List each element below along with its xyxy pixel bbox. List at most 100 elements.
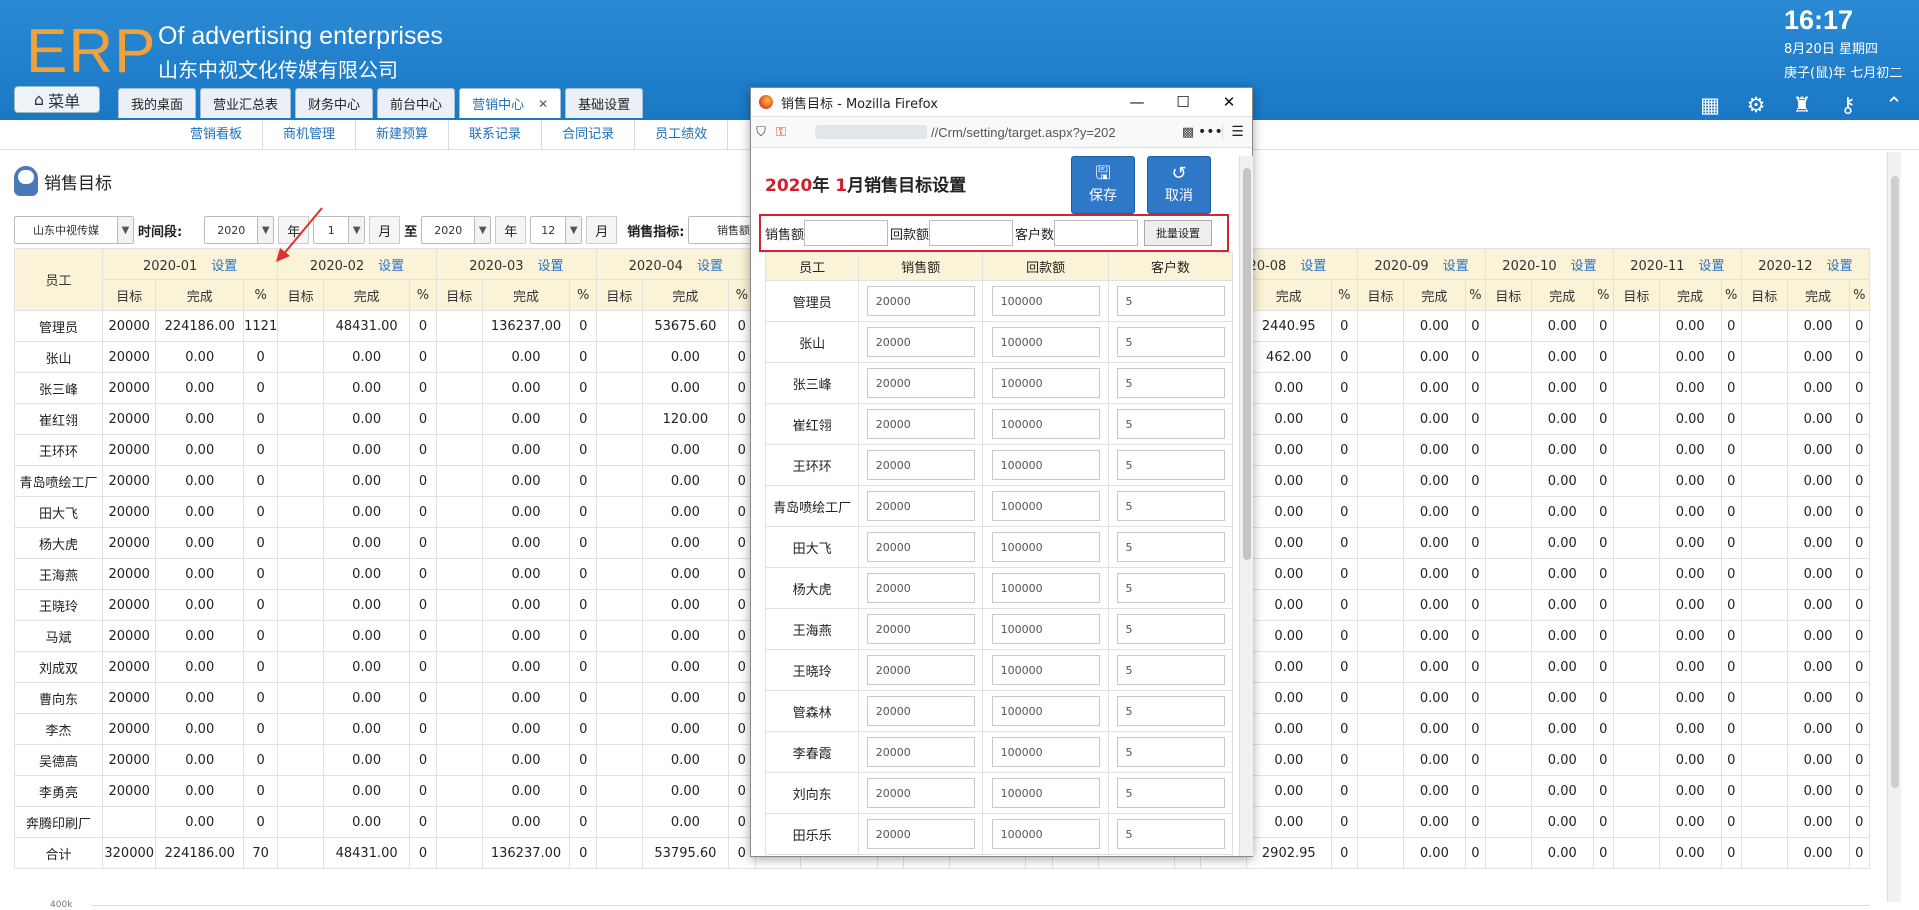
payment-input[interactable]: 100000	[991, 573, 1100, 603]
customers-input[interactable]: 5	[1116, 409, 1225, 439]
set-link[interactable]: 设置	[1699, 259, 1725, 274]
scroll-thumb[interactable]	[1891, 176, 1899, 788]
set-link[interactable]: 设置	[378, 259, 404, 274]
tab-my-desktop[interactable]: 我的桌面	[118, 88, 197, 118]
scroll-thumb[interactable]	[1243, 168, 1251, 560]
payment-input[interactable]: 100000	[991, 696, 1100, 726]
payment-input[interactable]: 100000	[991, 286, 1100, 316]
sales-input[interactable]: 20000	[866, 737, 975, 767]
year-to-select[interactable]: 2020 ▼	[421, 216, 492, 244]
page-scrollbar[interactable]	[1887, 152, 1901, 902]
tab-basic-settings[interactable]: 基础设置	[565, 88, 644, 118]
close-tab-icon[interactable]: ✕	[538, 97, 548, 111]
month-to-select[interactable]: 12 ▼	[530, 216, 583, 244]
address-bar[interactable]: ⛉ ⚿ //Crm/setting/target.aspx?y=202 ▩ ••…	[751, 116, 1252, 148]
sales-input[interactable]: 20000	[866, 327, 975, 357]
subnav-dashboard[interactable]: 营销看板	[170, 120, 264, 150]
customers-input[interactable]: 5	[1116, 327, 1225, 357]
save-button[interactable]: 🖫 保存	[1071, 156, 1135, 214]
close-icon[interactable]: ✕	[1206, 88, 1252, 116]
employee-name: 张三峰	[13, 372, 104, 404]
employee-name: 崔红翎	[764, 403, 860, 445]
apps-icon[interactable]: ▦	[1697, 92, 1723, 118]
customers-input[interactable]: 5	[1116, 286, 1225, 316]
customers-input[interactable]: 5	[1116, 737, 1225, 767]
sales-input[interactable]: 20000	[866, 819, 975, 849]
payment-input[interactable]: 100000	[991, 614, 1100, 644]
payment-input[interactable]: 100000	[991, 327, 1100, 357]
payment-input[interactable]: 100000	[991, 450, 1100, 480]
menu-button[interactable]: ⌂ 菜单	[14, 86, 100, 113]
customers-input[interactable]: 5	[1116, 696, 1225, 726]
pct-cell: 0	[1720, 403, 1742, 435]
tab-business-summary[interactable]: 营业汇总表	[200, 88, 292, 118]
insecure-lock-icon[interactable]: ⚿	[771, 125, 791, 140]
sales-input[interactable]: 20000	[866, 409, 975, 439]
customers-input[interactable]: 5	[1116, 491, 1225, 521]
batch-customers-input[interactable]	[1054, 220, 1139, 246]
customers-input[interactable]: 5	[1116, 614, 1225, 644]
subnav-opportunities[interactable]: 商机管理	[263, 120, 357, 150]
payment-input[interactable]: 100000	[991, 655, 1100, 685]
cancel-button[interactable]: ↺ 取消	[1147, 156, 1211, 214]
customers-input[interactable]: 5	[1116, 573, 1225, 603]
qr-icon[interactable]: ▩	[1178, 125, 1198, 140]
sales-input[interactable]: 20000	[866, 655, 975, 685]
hamburger-menu-icon[interactable]: ☰	[1222, 124, 1252, 140]
batch-set-button[interactable]: 批量设置	[1144, 220, 1213, 246]
shirt-icon[interactable]: ♜	[1789, 92, 1815, 118]
year-from-select[interactable]: 2020 ▼	[204, 216, 275, 244]
payment-input[interactable]: 100000	[991, 368, 1100, 398]
minimize-icon[interactable]: —	[1114, 88, 1160, 116]
customers-input[interactable]: 5	[1116, 778, 1225, 808]
key-icon[interactable]: ⚷	[1835, 92, 1861, 118]
batch-sales-input[interactable]	[804, 220, 889, 246]
sales-input[interactable]: 20000	[866, 532, 975, 562]
sales-input[interactable]: 20000	[866, 286, 975, 316]
set-link[interactable]: 设置	[1443, 259, 1469, 274]
set-link[interactable]: 设置	[1827, 259, 1853, 274]
set-link[interactable]: 设置	[538, 259, 564, 274]
payment-input[interactable]: 100000	[991, 778, 1100, 808]
tab-marketing[interactable]: 营销中心 ✕	[459, 88, 562, 118]
tab-finance[interactable]: 财务中心	[295, 88, 374, 118]
more-icon[interactable]: •••	[1198, 124, 1223, 140]
sales-input[interactable]: 20000	[866, 696, 975, 726]
maximize-icon[interactable]: ☐	[1160, 88, 1206, 116]
company-select[interactable]: 山东中视传媒 ▼	[14, 216, 134, 244]
subnav-contract-records[interactable]: 合同记录	[542, 120, 636, 150]
customers-input[interactable]: 5	[1116, 532, 1225, 562]
set-link[interactable]: 设置	[1571, 259, 1597, 274]
customers-input[interactable]: 5	[1116, 819, 1225, 849]
customers-input[interactable]: 5	[1116, 450, 1225, 480]
set-link[interactable]: 设置	[211, 259, 237, 274]
tab-front-desk[interactable]: 前台中心	[377, 88, 456, 118]
collapse-icon[interactable]: ⌃	[1881, 92, 1907, 118]
subnav-contact-records[interactable]: 联系记录	[449, 120, 543, 150]
sales-input[interactable]: 20000	[866, 778, 975, 808]
batch-payment-input[interactable]	[929, 220, 1014, 246]
url-text[interactable]: //Crm/setting/target.aspx?y=202	[931, 125, 1178, 140]
pct-cell: 0	[1592, 372, 1614, 404]
subnav-staff-performance[interactable]: 员工绩效	[635, 120, 729, 150]
popup-scrollbar[interactable]	[1239, 156, 1253, 856]
customers-input[interactable]: 5	[1116, 368, 1225, 398]
payment-input[interactable]: 100000	[991, 491, 1100, 521]
payment-input[interactable]: 100000	[991, 819, 1100, 849]
set-link[interactable]: 设置	[697, 259, 723, 274]
subnav-new-budget[interactable]: 新建预算	[356, 120, 450, 150]
gear-icon[interactable]: ⚙	[1743, 92, 1769, 118]
sales-input[interactable]: 20000	[866, 368, 975, 398]
payment-input[interactable]: 100000	[991, 737, 1100, 767]
chart-tick: 400k	[50, 900, 73, 910]
window-titlebar[interactable]: 销售目标 - Mozilla Firefox — ☐ ✕	[751, 88, 1252, 116]
customers-input[interactable]: 5	[1116, 655, 1225, 685]
sales-input[interactable]: 20000	[866, 450, 975, 480]
sales-input[interactable]: 20000	[866, 573, 975, 603]
payment-input[interactable]: 100000	[991, 409, 1100, 439]
shield-icon[interactable]: ⛉	[751, 125, 771, 140]
payment-input[interactable]: 100000	[991, 532, 1100, 562]
sales-input[interactable]: 20000	[866, 614, 975, 644]
sales-input[interactable]: 20000	[866, 491, 975, 521]
set-link[interactable]: 设置	[1300, 259, 1326, 274]
